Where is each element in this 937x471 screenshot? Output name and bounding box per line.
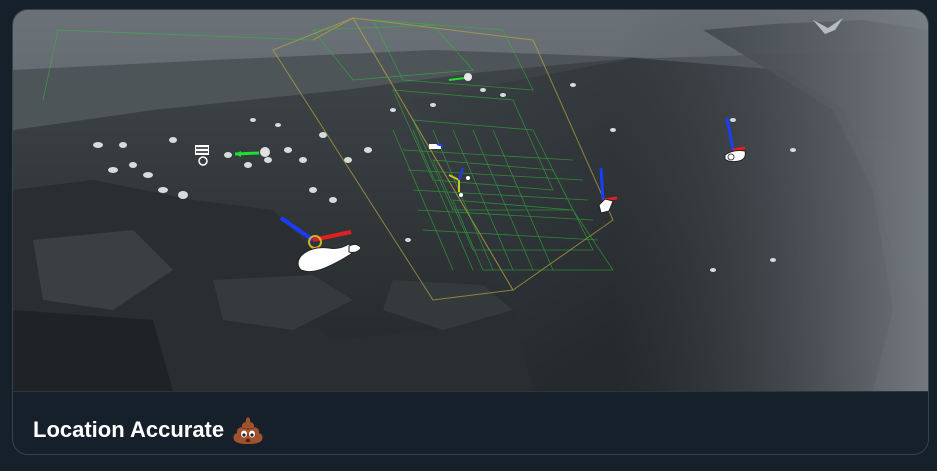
post-title: Location Accurate bbox=[33, 414, 264, 446]
pile-of-poo-icon bbox=[232, 414, 264, 446]
post-card[interactable]: Location Accurate bbox=[12, 9, 929, 455]
top-strip bbox=[0, 0, 937, 9]
caption-bar: Location Accurate bbox=[13, 391, 928, 454]
post-title-text: Location Accurate bbox=[33, 417, 225, 442]
scene-image[interactable] bbox=[13, 10, 928, 391]
scene-svg bbox=[13, 10, 928, 391]
